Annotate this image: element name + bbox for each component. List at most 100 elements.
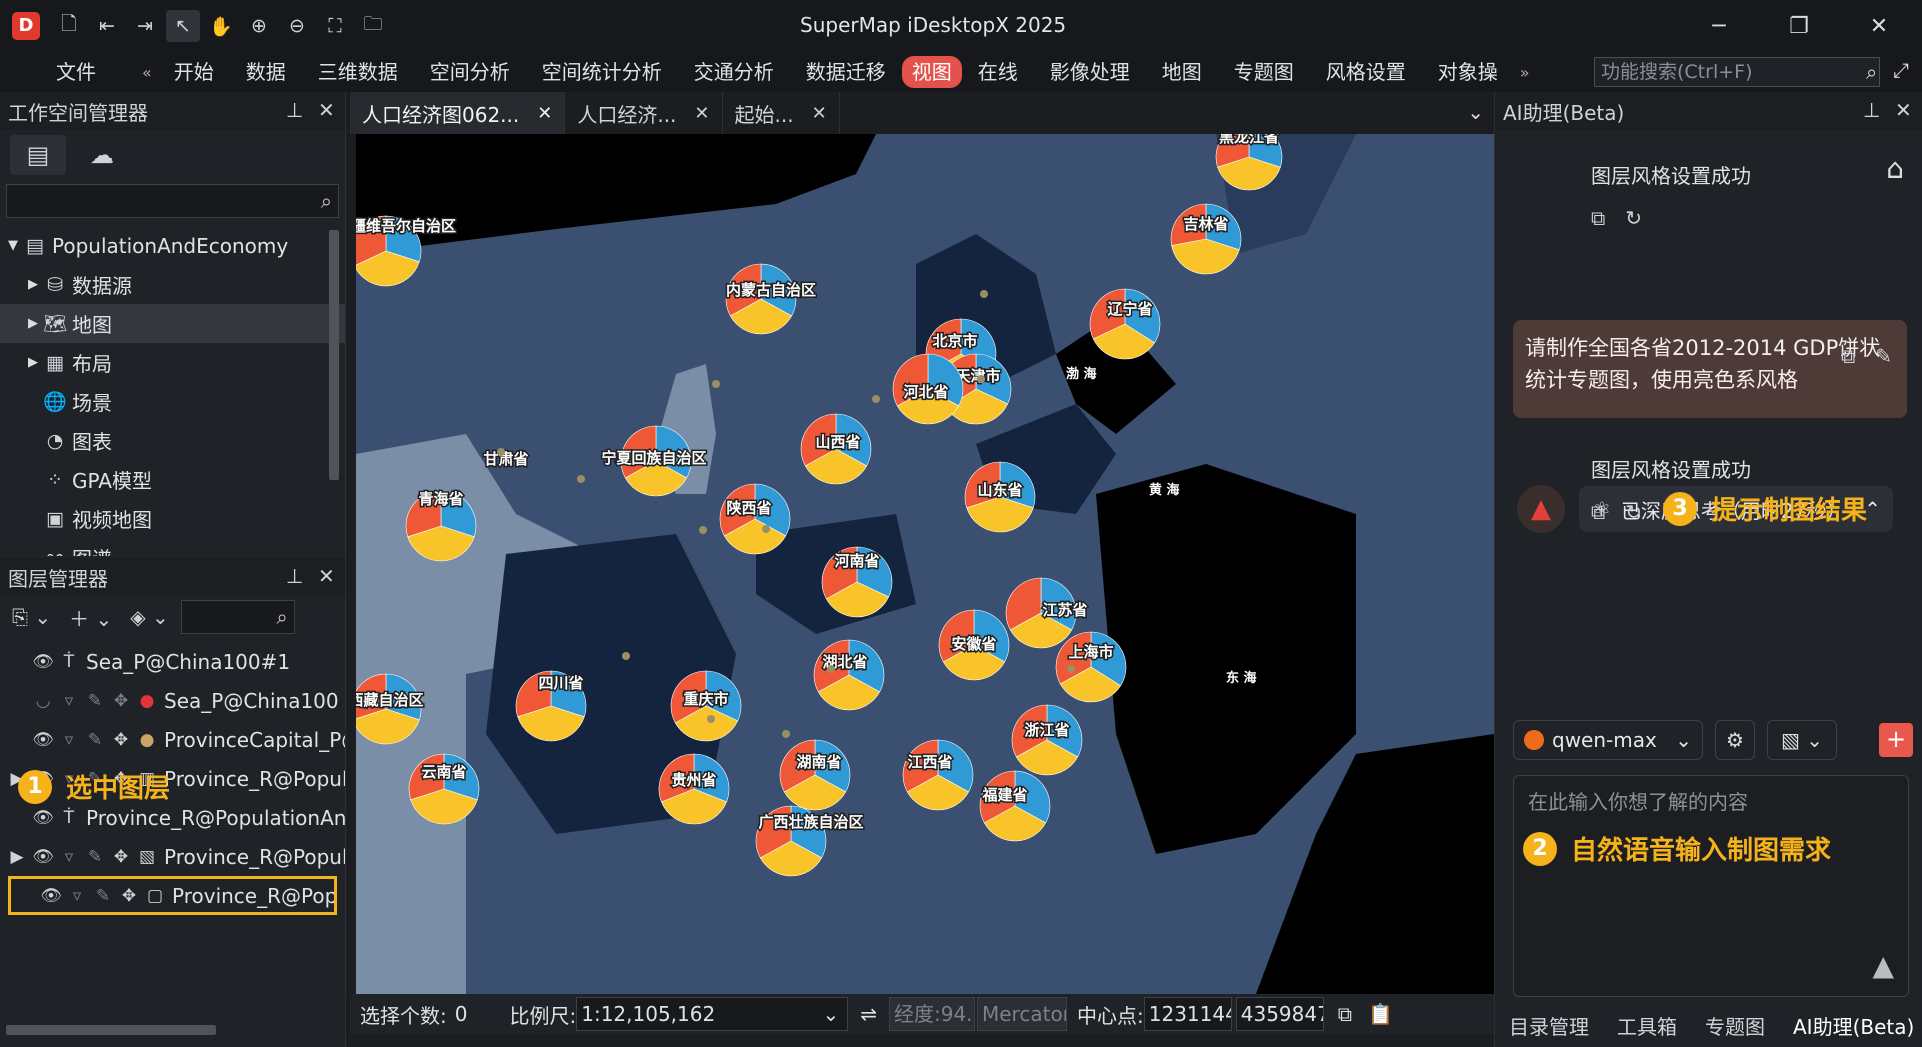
tree-item[interactable]: ◔ 图表: [0, 421, 345, 460]
scale-input[interactable]: 1:12,105,162 ⌄: [576, 997, 849, 1031]
map-tab[interactable]: 人口经济... ✕: [565, 92, 723, 134]
workspace-tab-icon[interactable]: ▤: [10, 135, 66, 175]
tree-item[interactable]: ▣ 视频地图: [0, 499, 345, 538]
copy-icon[interactable]: ⧉: [1338, 1002, 1352, 1026]
close-icon[interactable]: ✕: [537, 103, 552, 124]
pin-icon[interactable]: ⊥: [286, 98, 303, 122]
snappable-icon[interactable]: ✥: [108, 730, 134, 750]
send-icon[interactable]: ▲: [1872, 949, 1894, 982]
selectable-icon[interactable]: ▿: [56, 847, 82, 867]
menu-item-13[interactable]: 对象操: [1422, 56, 1514, 88]
triangle-right-icon[interactable]: ▶: [24, 277, 42, 292]
menu-item-5[interactable]: 交通分析: [678, 56, 790, 88]
layer-row[interactable]: ▶ 👁 ▿ ✎ ✥ ▧ Province_R@Populi: [0, 837, 345, 876]
zoom-in-icon[interactable]: ⊕: [242, 10, 276, 42]
close-icon[interactable]: ✕: [318, 98, 335, 122]
save-icon[interactable]: ⇥: [128, 10, 162, 42]
selectable-icon[interactable]: ▿: [56, 730, 82, 750]
map-tab[interactable]: 人口经济图062... ✕: [350, 92, 566, 134]
triangle-right-icon[interactable]: ▶: [24, 355, 42, 370]
search-icon[interactable]: ⌕: [321, 189, 332, 213]
select-icon[interactable]: ↖: [166, 10, 200, 42]
menu-item-7[interactable]: 视图: [901, 56, 962, 88]
visibility-eye-icon[interactable]: ◡: [30, 691, 56, 711]
selectable-icon[interactable]: ▿: [56, 691, 82, 711]
image-dropdown[interactable]: ▧ ⌄: [1767, 720, 1837, 760]
chevron-down-icon[interactable]: ⌄: [822, 998, 839, 1030]
map-tab[interactable]: 起始... ✕: [723, 92, 840, 134]
paste-icon[interactable]: 📋: [1368, 1002, 1393, 1026]
editable-icon[interactable]: ✎: [82, 730, 108, 750]
close-icon[interactable]: ✕: [694, 103, 709, 124]
menu-item-3[interactable]: 空间分析: [414, 56, 526, 88]
map-view[interactable]: 黑龙江省吉林省辽宁省新疆维吾尔自治区内蒙古自治区北京市天津市河北省山西省宁夏回族…: [356, 134, 1494, 994]
menu-item-9[interactable]: 影像处理: [1034, 56, 1146, 88]
close-icon[interactable]: ✕: [812, 103, 827, 124]
model-select[interactable]: qwen-max ⌄: [1513, 720, 1703, 760]
swap-icon[interactable]: ⇌: [860, 1002, 877, 1026]
layers-icon[interactable]: ◈ ⌄: [124, 600, 175, 634]
workspace-search-input[interactable]: ⌕: [6, 184, 339, 218]
new-chat-button[interactable]: +: [1879, 723, 1913, 757]
layer-search-input[interactable]: ⌕: [180, 600, 295, 634]
edit-icon[interactable]: ✎: [1875, 344, 1892, 368]
editable-icon[interactable]: ✎: [90, 886, 116, 906]
full-extent-icon[interactable]: ⛶: [318, 10, 352, 42]
center-x-input[interactable]: 1231144: [1143, 997, 1232, 1031]
menu-item-0[interactable]: 开始: [158, 56, 230, 88]
visibility-eye-icon[interactable]: 👁: [30, 730, 56, 750]
menu-item-10[interactable]: 地图: [1146, 56, 1218, 88]
online-workspace-icon[interactable]: ☁: [74, 135, 130, 175]
function-search-input[interactable]: 功能搜索(Ctrl+F): [1594, 57, 1880, 87]
triangle-right-icon[interactable]: ▶: [24, 316, 42, 331]
snappable-icon[interactable]: ✥: [108, 847, 134, 867]
tabs-dropdown-icon[interactable]: ⌄: [1467, 100, 1484, 124]
menu-item-12[interactable]: 风格设置: [1310, 56, 1422, 88]
menu-item-11[interactable]: 专题图: [1218, 56, 1310, 88]
search-icon[interactable]: ⌕: [1866, 60, 1877, 84]
tree-scrollbar[interactable]: [329, 230, 339, 480]
bottom-tab[interactable]: AI助理(Beta): [1779, 1011, 1922, 1040]
copy-icon[interactable]: ⧉: [1591, 500, 1605, 524]
refresh-icon[interactable]: ↻: [1625, 206, 1642, 230]
tree-item[interactable]: 🌐 场景: [0, 382, 345, 421]
layer-row[interactable]: 👁 Ṫ Sea_P@China100#1: [0, 642, 345, 681]
restore-button[interactable]: ❐: [1774, 10, 1824, 42]
pin-icon[interactable]: ⊥: [1863, 98, 1880, 122]
add-icon[interactable]: ＋ ⌄: [63, 600, 118, 634]
menu-scroll-left-icon[interactable]: «: [136, 63, 158, 82]
copy-icon[interactable]: ⧉: [1591, 206, 1605, 230]
map-canvas[interactable]: 黑龙江省吉林省辽宁省新疆维吾尔自治区内蒙古自治区北京市天津市河北省山西省宁夏回族…: [356, 134, 1494, 994]
new-icon[interactable]: 🗋: [52, 10, 86, 42]
menu-item-4[interactable]: 空间统计分析: [526, 56, 678, 88]
add-layer-dropdown[interactable]: ⎘ ⌄: [6, 600, 57, 634]
selectable-icon[interactable]: ▿: [64, 886, 90, 906]
menu-item-6[interactable]: 数据迁移: [790, 56, 902, 88]
refresh-icon[interactable]: ↻: [1625, 500, 1642, 524]
tree-item[interactable]: ▼ ▤ PopulationAndEconomy: [0, 226, 345, 265]
bottom-tab[interactable]: 工具箱: [1603, 1011, 1691, 1040]
snappable-icon[interactable]: ✥: [108, 691, 134, 711]
center-y-input[interactable]: 4359847: [1235, 997, 1324, 1031]
editable-icon[interactable]: ✎: [82, 847, 108, 867]
close-icon[interactable]: ✕: [1895, 98, 1912, 122]
layer-row[interactable]: ◡ ▿ ✎ ✥ ● Sea_P@China100: [0, 681, 345, 720]
tree-item[interactable]: ⁘ GPA模型: [0, 460, 345, 499]
home-icon[interactable]: ⌂: [1886, 152, 1904, 185]
pan-icon[interactable]: ✋: [204, 10, 238, 42]
folder-icon[interactable]: 🗀: [356, 10, 390, 42]
visibility-eye-icon[interactable]: 👁: [30, 652, 56, 672]
tree-item[interactable]: ▶ ▦ 布局: [0, 343, 345, 382]
expand-icon[interactable]: ⤢: [1893, 58, 1909, 82]
tree-item[interactable]: ⚯ 图谱: [0, 538, 345, 557]
ai-chat-input[interactable]: ▲: [1513, 775, 1909, 997]
visibility-eye-icon[interactable]: 👁: [38, 886, 64, 906]
menu-file[interactable]: 文件: [0, 56, 136, 88]
triangle-right-icon[interactable]: ▶: [4, 847, 30, 867]
close-button[interactable]: ✕: [1854, 10, 1904, 42]
triangle-down-icon[interactable]: ▼: [4, 238, 22, 253]
open-icon[interactable]: ⇤: [90, 10, 124, 42]
settings-icon[interactable]: ⚙: [1715, 720, 1755, 760]
visibility-eye-icon[interactable]: 👁: [30, 808, 56, 828]
pin-icon[interactable]: ⊥: [286, 564, 303, 588]
